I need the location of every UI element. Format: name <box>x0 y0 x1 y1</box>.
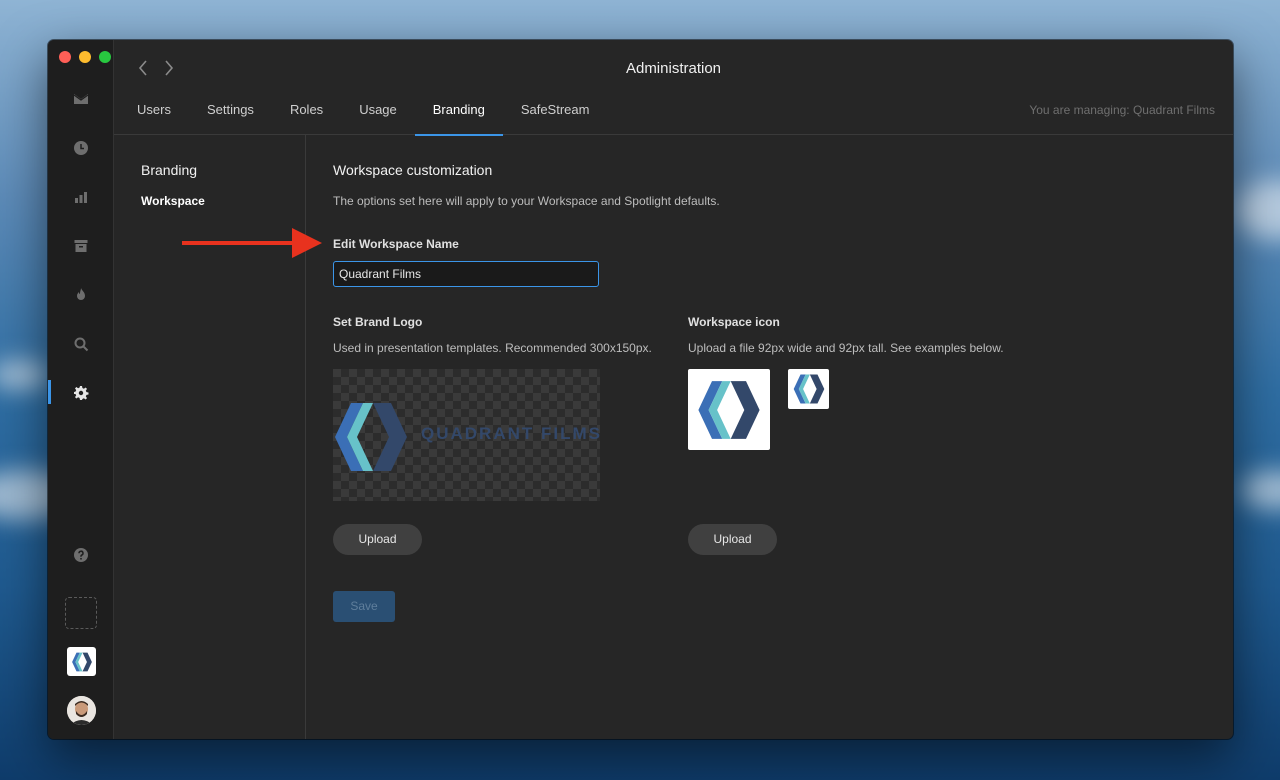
close-window-button[interactable] <box>59 51 71 63</box>
app-window: Administration Users Settings Roles Usag… <box>48 40 1233 739</box>
workspace-avatar[interactable] <box>67 647 96 676</box>
tab-usage[interactable]: Usage <box>341 95 415 135</box>
minimize-window-button[interactable] <box>79 51 91 63</box>
tab-branding[interactable]: Branding <box>414 95 503 136</box>
background-cloud <box>0 360 50 390</box>
header: Administration Users Settings Roles Usag… <box>114 40 1233 136</box>
inbox-icon <box>73 94 89 104</box>
section-description: The options set here will apply to your … <box>333 194 720 208</box>
workspace-name-label: Edit Workspace Name <box>333 237 459 251</box>
archive-icon <box>74 240 88 252</box>
background-cloud <box>1240 470 1280 510</box>
workspace-icon-preview-small <box>788 369 829 409</box>
workspace-icon-help: Upload a file 92px wide and 92px tall. S… <box>688 341 1004 355</box>
rail-help[interactable] <box>48 537 114 573</box>
search-icon <box>74 337 89 352</box>
rail-recent[interactable] <box>48 130 114 166</box>
tab-safestream[interactable]: SafeStream <box>503 95 608 135</box>
save-button[interactable]: Save <box>333 591 395 622</box>
rail-analytics[interactable] <box>48 179 114 215</box>
bar-chart-icon <box>75 192 87 203</box>
rail-inbox[interactable] <box>48 81 114 117</box>
quadrant-logo-icon <box>698 380 760 439</box>
upload-brand-logo-button[interactable]: Upload <box>333 524 422 555</box>
clock-icon <box>74 141 88 155</box>
help-icon <box>74 548 88 562</box>
tab-settings[interactable]: Settings <box>189 95 272 135</box>
app-rail <box>48 40 114 739</box>
workspace-name-input[interactable] <box>333 261 599 287</box>
brand-logo-label: Set Brand Logo <box>333 315 423 329</box>
gear-icon <box>74 386 89 400</box>
window-controls <box>59 51 111 63</box>
user-avatar[interactable] <box>67 696 96 725</box>
flame-icon <box>77 288 85 300</box>
quadrant-logo-icon <box>335 403 407 471</box>
brand-logo-help: Used in presentation templates. Recommen… <box>333 341 652 355</box>
upload-workspace-icon-button[interactable]: Upload <box>688 524 777 555</box>
page-title: Administration <box>625 60 722 77</box>
subnav-item-workspace[interactable]: Workspace <box>141 194 205 208</box>
zoom-window-button[interactable] <box>99 51 111 63</box>
admin-tabs: Users Settings Roles Usage Branding Safe… <box>119 95 608 136</box>
rail-settings[interactable] <box>48 375 114 411</box>
subnav-heading: Branding <box>141 162 198 178</box>
rail-trending[interactable] <box>48 277 114 313</box>
background-cloud <box>1235 180 1280 240</box>
user-photo-icon <box>67 696 96 725</box>
workspace-icon-preview-large <box>688 369 770 450</box>
workspace-icon-label: Workspace icon <box>688 315 780 329</box>
workspace-customization-panel: Workspace customization The options set … <box>332 135 1233 739</box>
quadrant-logo-icon <box>793 374 824 404</box>
add-workspace-placeholder[interactable] <box>65 597 97 629</box>
branding-subnav: Branding Workspace <box>114 135 306 739</box>
brand-logo-preview: QUADRANT FILMS <box>333 369 600 501</box>
tab-users[interactable]: Users <box>119 95 189 135</box>
rail-archive[interactable] <box>48 228 114 264</box>
managing-workspace-label: You are managing: Quadrant Films <box>1029 103 1215 117</box>
section-title: Workspace customization <box>333 162 493 178</box>
rail-search[interactable] <box>48 326 114 362</box>
quadrant-logo-icon <box>71 652 92 671</box>
tab-roles[interactable]: Roles <box>272 95 341 135</box>
brand-wordmark: QUADRANT FILMS <box>421 424 600 443</box>
annotation-arrow-icon <box>182 228 322 258</box>
